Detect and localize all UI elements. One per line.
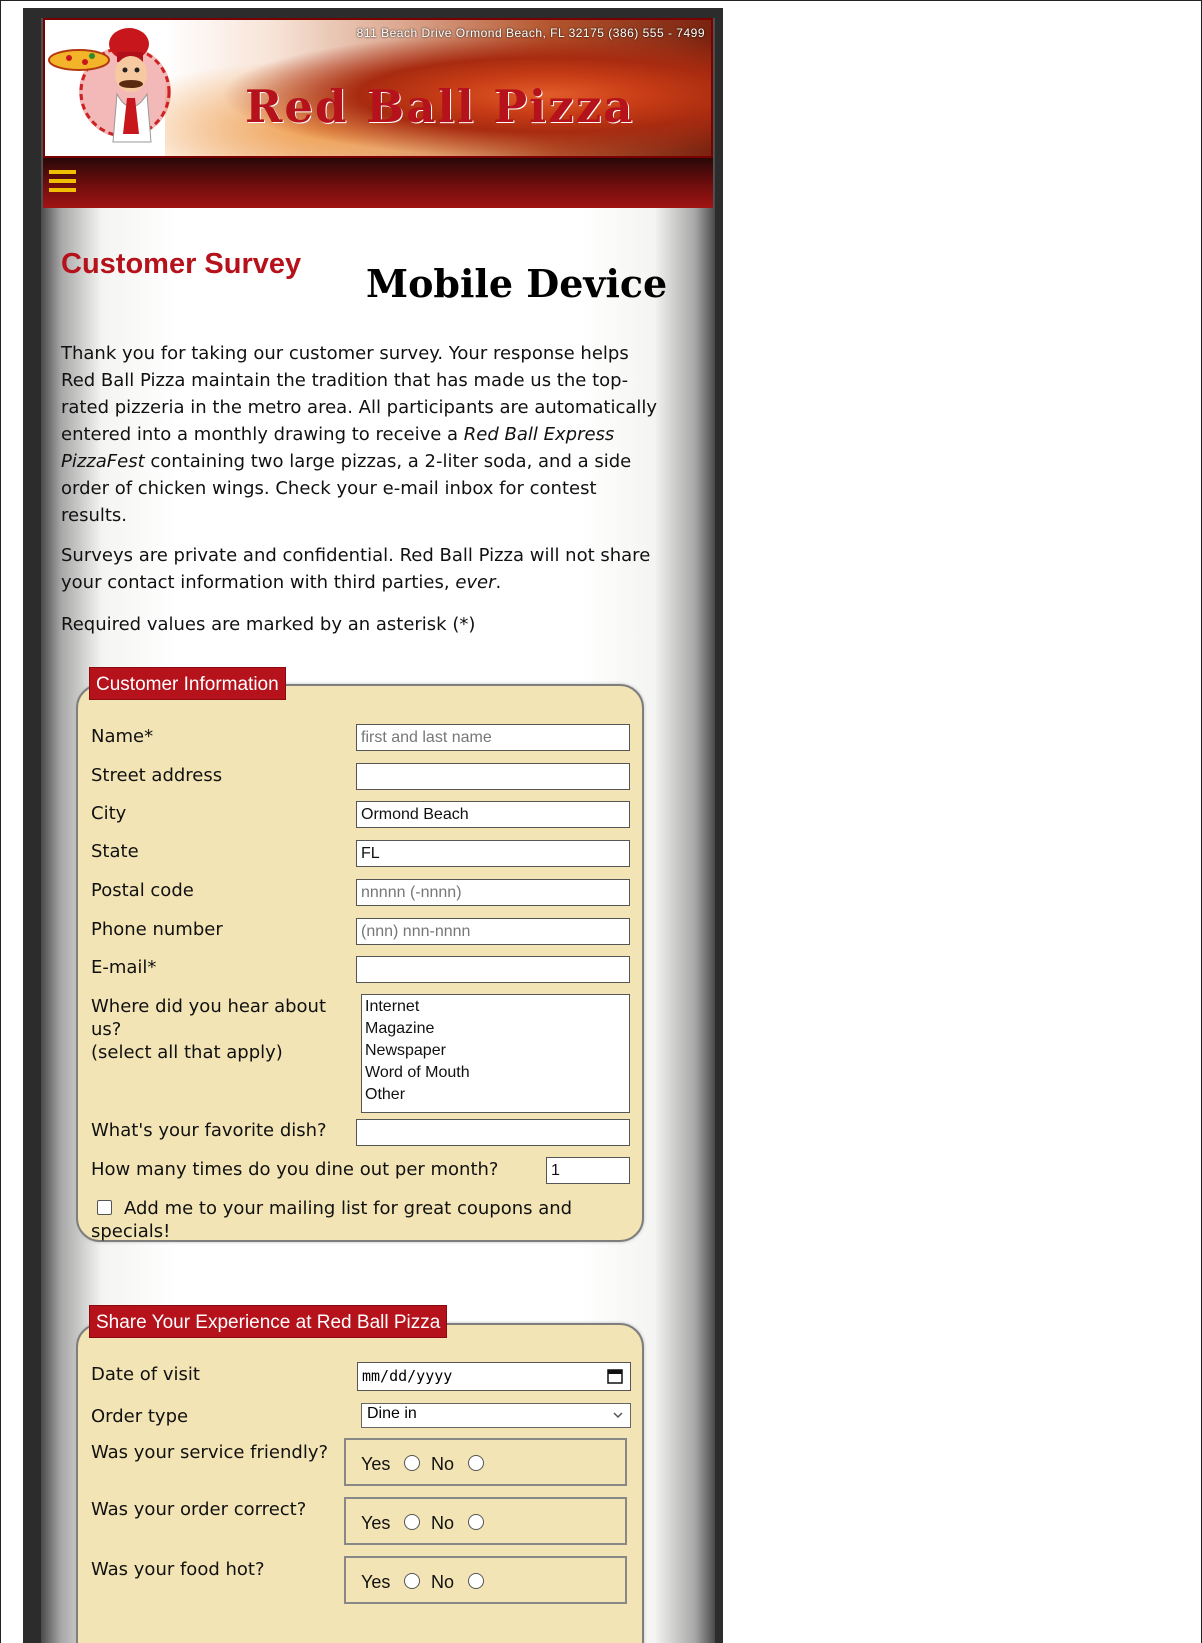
favorite-dish-input[interactable] xyxy=(356,1119,630,1146)
order-type-select[interactable]: Dine in xyxy=(361,1403,631,1428)
hear-label-hint: (select all that apply) xyxy=(91,1042,283,1063)
street-label: Street address xyxy=(91,765,223,786)
state-input[interactable] xyxy=(356,840,630,867)
privacy-paragraph: Surveys are private and confidential. Re… xyxy=(61,542,661,596)
name-label: Name* xyxy=(91,726,154,747)
yes-label: Yes xyxy=(361,1513,391,1533)
header-address: 811 Beach Drive Ormond Beach, FL 32175 (… xyxy=(356,26,705,40)
required-note: Required values are marked by an asteris… xyxy=(61,614,476,635)
no-label: No xyxy=(431,1572,455,1592)
name-input[interactable] xyxy=(356,724,630,751)
dish-label: What's your favorite dish? xyxy=(91,1120,327,1141)
no-label: No xyxy=(431,1513,455,1533)
order-correct-group: Yes No xyxy=(344,1497,627,1545)
order-type-label: Order type xyxy=(91,1406,189,1427)
customer-info-legend: Customer Information xyxy=(89,667,286,700)
listbox-option[interactable]: Newspaper xyxy=(365,1040,626,1062)
listbox-option[interactable]: Word of Mouth xyxy=(365,1062,626,1084)
service-friendly-group: Yes No xyxy=(344,1438,627,1486)
intro-paragraph: Thank you for taking our customer survey… xyxy=(61,340,666,529)
state-label: State xyxy=(91,841,139,862)
yes-label: Yes xyxy=(361,1454,391,1474)
hear-label: Where did you hear about us? (select all … xyxy=(91,995,341,1064)
food-hot-yes-radio[interactable] xyxy=(404,1573,420,1589)
navbar xyxy=(43,158,713,208)
email-label: E-mail* xyxy=(91,957,157,978)
mobile-device-frame: 811 Beach Drive Ormond Beach, FL 32175 (… xyxy=(23,8,723,1643)
postal-label: Postal code xyxy=(91,880,194,901)
city-label: City xyxy=(91,803,127,824)
listbox-option[interactable]: Other xyxy=(365,1084,626,1106)
food-hot-label: Was your food hot? xyxy=(91,1559,265,1580)
order-correct-yes-radio[interactable] xyxy=(404,1514,420,1530)
chevron-down-icon xyxy=(613,1412,623,1419)
site-header: 811 Beach Drive Ormond Beach, FL 32175 (… xyxy=(43,18,713,158)
privacy-text: Surveys are private and confidential. Re… xyxy=(61,545,651,593)
mailing-list-label: Add me to your mailing list for great co… xyxy=(91,1198,573,1242)
yes-label: Yes xyxy=(361,1572,391,1592)
date-label: Date of visit xyxy=(91,1364,200,1385)
no-label: No xyxy=(431,1454,455,1474)
chef-logo-icon xyxy=(48,28,171,143)
service-friendly-no-radio[interactable] xyxy=(468,1455,484,1471)
order-type-value: Dine in xyxy=(367,1405,417,1422)
page: 811 Beach Drive Ormond Beach, FL 32175 (… xyxy=(41,18,715,1643)
phone-input[interactable] xyxy=(356,918,630,945)
hamburger-menu-icon[interactable] xyxy=(49,170,76,194)
device-heading: Mobile Device xyxy=(366,261,668,306)
hear-about-listbox[interactable]: Internet Magazine Newspaper Word of Mout… xyxy=(361,994,630,1113)
hear-label-text: Where did you hear about us? xyxy=(91,996,327,1040)
phone-label: Phone number xyxy=(91,919,223,940)
street-input[interactable] xyxy=(356,763,630,790)
date-of-visit-input[interactable]: mm/dd/yyyy xyxy=(357,1362,631,1391)
postal-input[interactable] xyxy=(356,879,630,906)
service-friendly-yes-radio[interactable] xyxy=(404,1455,420,1471)
privacy-emphasis: ever xyxy=(455,572,496,593)
food-hot-no-radio[interactable] xyxy=(468,1573,484,1589)
calendar-icon[interactable] xyxy=(607,1368,623,1384)
intro-text-end: containing two large pizzas, a 2-liter s… xyxy=(61,451,632,526)
city-input[interactable] xyxy=(356,801,630,828)
experience-legend: Share Your Experience at Red Ball Pizza xyxy=(89,1305,448,1338)
food-hot-group: Yes No xyxy=(344,1556,627,1604)
site-title: Red Ball Pizza xyxy=(245,80,635,133)
dine-out-label: How many times do you dine out per month… xyxy=(91,1159,499,1180)
privacy-end: . xyxy=(495,572,502,593)
email-input[interactable] xyxy=(356,956,630,983)
order-correct-no-radio[interactable] xyxy=(468,1514,484,1530)
service-friendly-label: Was your service friendly? xyxy=(91,1442,329,1463)
page-title: Customer Survey xyxy=(61,248,302,280)
dine-out-count-input[interactable] xyxy=(546,1157,630,1184)
listbox-option[interactable]: Magazine xyxy=(365,1018,626,1040)
order-correct-label: Was your order correct? xyxy=(91,1499,307,1520)
listbox-option[interactable]: Internet xyxy=(365,996,626,1018)
date-placeholder: mm/dd/yyyy xyxy=(362,1367,453,1385)
